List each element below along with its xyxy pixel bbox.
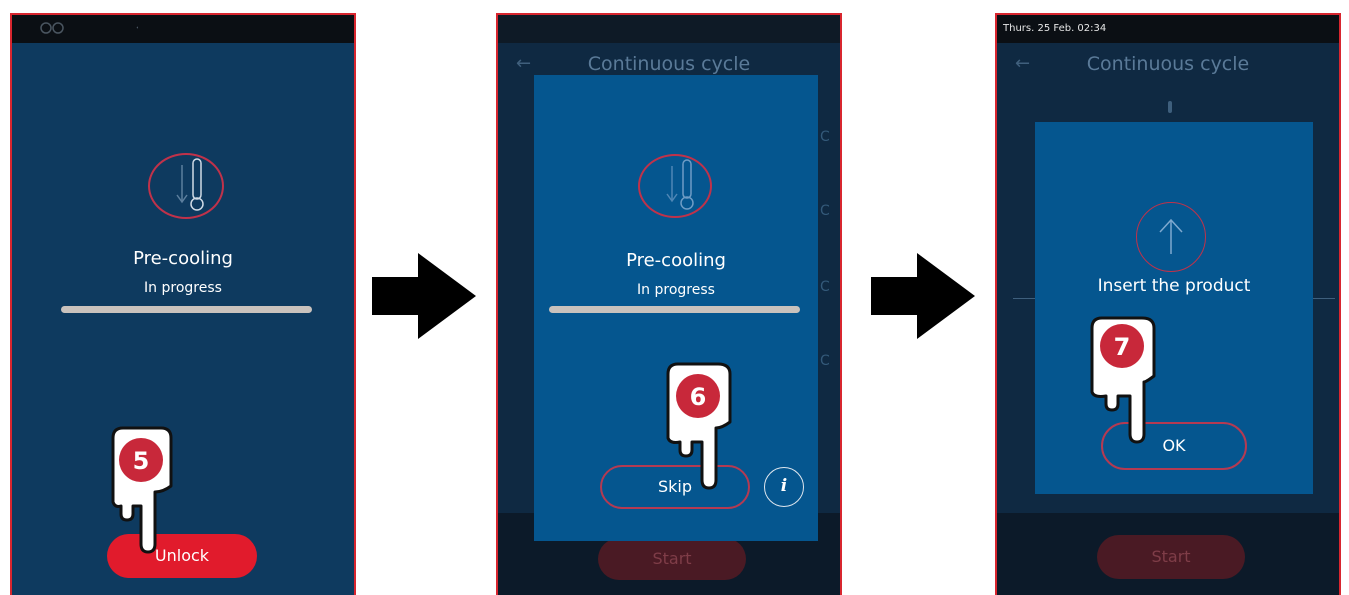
no-wifi-icon xyxy=(136,22,148,32)
info-icon: i xyxy=(780,476,788,496)
header-title: Continuous cycle xyxy=(1086,53,1250,75)
pointing-hand-icon: 7 xyxy=(1090,316,1156,444)
status-bar: Thurs. 25 Feb. 02:34 xyxy=(997,15,1339,43)
pointing-hand-icon: 6 xyxy=(666,362,732,490)
arrow-up-icon xyxy=(1136,202,1206,272)
info-button[interactable]: i xyxy=(764,467,804,507)
pointing-hand-icon: 5 xyxy=(111,426,173,554)
divider xyxy=(1013,298,1035,299)
status-datetime: Thurs. 25 Feb. 02:34 xyxy=(1003,23,1107,34)
fan-icon xyxy=(40,22,64,34)
screen-insert-product: Thurs. 25 Feb. 02:34 ← Continuous cycle … xyxy=(995,13,1341,595)
side-indicator: C xyxy=(820,203,830,219)
screen-precooling-skip: ← Continuous cycle C C C C Start Pre-coo… xyxy=(496,13,842,595)
status-bar xyxy=(498,15,840,43)
side-indicator: C xyxy=(820,129,830,145)
thermometer-down-icon xyxy=(638,154,712,218)
step-badge: 6 xyxy=(690,383,707,411)
start-button[interactable]: Start xyxy=(1097,535,1245,579)
next-step-arrow-icon xyxy=(871,253,975,339)
step-badge: 7 xyxy=(1114,333,1131,361)
scroll-marker xyxy=(1168,101,1172,113)
phase-subtitle: In progress xyxy=(637,282,715,298)
progress-bar xyxy=(549,306,800,313)
insert-message: Insert the product xyxy=(1097,276,1251,296)
side-indicator: C xyxy=(820,353,830,369)
divider xyxy=(1313,298,1335,299)
thermometer-down-icon xyxy=(148,153,224,219)
header-title: Continuous cycle xyxy=(587,53,751,75)
start-button[interactable]: Start xyxy=(598,538,746,580)
start-button-label: Start xyxy=(652,549,692,568)
insert-product-modal: Insert the product OK xyxy=(1035,122,1313,494)
side-indicator: C xyxy=(820,279,830,295)
phase-title: Pre-cooling xyxy=(133,248,233,269)
phase-subtitle: In progress xyxy=(144,280,222,296)
status-icons xyxy=(40,22,148,34)
progress-bar xyxy=(61,306,312,313)
phase-title: Pre-cooling xyxy=(626,250,726,271)
step-badge: 5 xyxy=(133,447,150,475)
screen-precooling-unlock: Pre-cooling In progress Unlock xyxy=(10,13,356,595)
start-button-label: Start xyxy=(1151,547,1191,566)
screen-background xyxy=(12,43,354,595)
next-step-arrow-icon xyxy=(372,253,476,339)
status-bar xyxy=(12,15,354,43)
